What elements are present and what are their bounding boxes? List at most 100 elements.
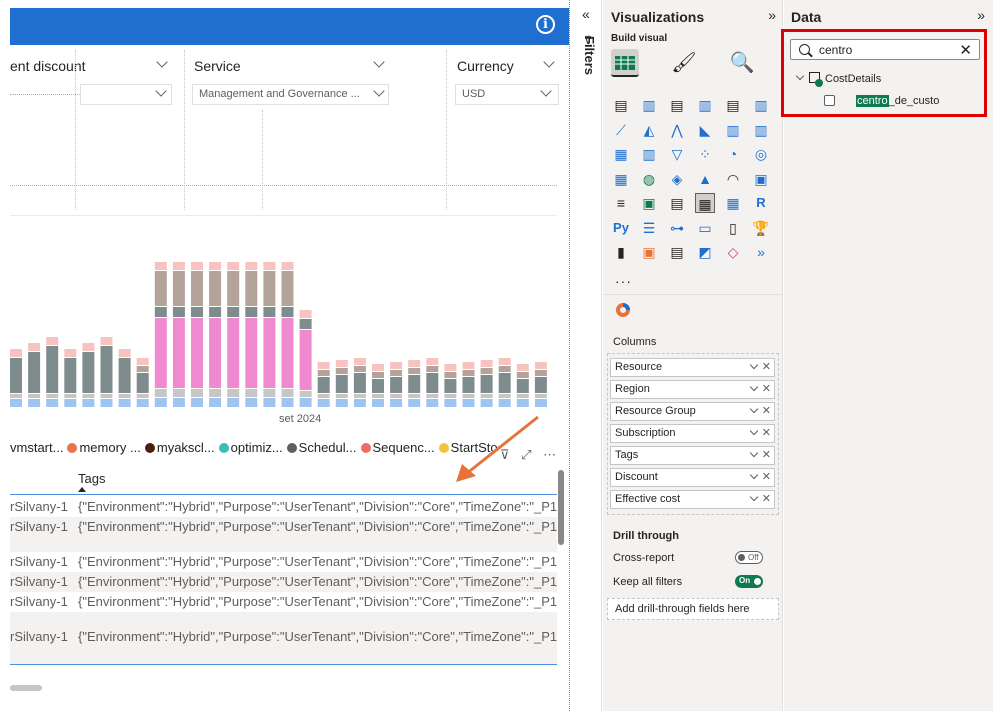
bar-segment[interactable] xyxy=(516,399,529,407)
bar-segment[interactable] xyxy=(444,399,457,407)
bar-segment[interactable] xyxy=(408,394,421,398)
cross-report-toggle[interactable]: Off xyxy=(735,551,763,564)
custom-visual-icon[interactable] xyxy=(613,300,633,320)
visual-type-icon[interactable]: ▤ xyxy=(667,95,687,115)
bar-segment[interactable] xyxy=(172,389,185,397)
bar-segment[interactable] xyxy=(172,271,185,306)
bar-segment[interactable] xyxy=(136,399,149,407)
chevron-down-icon[interactable] xyxy=(749,404,759,414)
visual-type-icon[interactable]: » xyxy=(751,242,771,262)
bar-segment[interactable] xyxy=(172,262,185,270)
visual-type-icon[interactable]: 🏆 xyxy=(751,218,771,238)
bar-segment[interactable] xyxy=(335,360,348,367)
bar-segment[interactable] xyxy=(227,398,240,407)
table-row[interactable]: rSilvany-1 {"Environment":"Hybrid","Purpo… xyxy=(10,517,557,537)
visual-type-icon[interactable]: ▤ xyxy=(667,193,687,213)
bar-segment[interactable] xyxy=(353,366,366,372)
bar-segment[interactable] xyxy=(263,398,276,407)
bar-segment[interactable] xyxy=(335,394,348,398)
visual-type-icon[interactable]: ▤ xyxy=(667,242,687,262)
field-well-item[interactable]: Resource Group ✕ xyxy=(610,402,775,421)
bar-segment[interactable] xyxy=(46,394,59,398)
analytics-mode-icon[interactable]: 🔍 xyxy=(728,49,756,77)
bar-segment[interactable] xyxy=(372,372,384,378)
visual-type-icon[interactable]: ⋀ xyxy=(667,120,687,140)
bar-segment[interactable] xyxy=(426,373,439,393)
bar-segment[interactable] xyxy=(28,352,41,393)
vertical-scrollbar[interactable] xyxy=(558,470,564,545)
bar-segment[interactable] xyxy=(281,398,294,407)
bar-segment[interactable] xyxy=(516,372,529,378)
visual-type-icon[interactable]: Py xyxy=(611,218,631,238)
bar-segment[interactable] xyxy=(534,370,547,376)
bar-segment[interactable] xyxy=(299,319,312,329)
bar-segment[interactable] xyxy=(516,394,529,398)
bar-segment[interactable] xyxy=(390,399,403,407)
service-dropdown[interactable]: Management and Governance ... xyxy=(192,84,389,105)
visual-type-icon[interactable]: ▲ xyxy=(695,169,715,189)
remove-field-icon[interactable]: ✕ xyxy=(762,469,771,486)
bar-segment[interactable] xyxy=(46,399,59,407)
bar-segment[interactable] xyxy=(263,262,276,270)
bar-segment[interactable] xyxy=(408,375,421,393)
visual-type-icon[interactable]: ▦ xyxy=(611,169,631,189)
chevron-down-icon[interactable] xyxy=(749,448,759,458)
legend-item[interactable]: memory ... xyxy=(67,440,141,455)
bar-segment[interactable] xyxy=(372,394,384,398)
field-well-item[interactable]: Region ✕ xyxy=(610,380,775,399)
bar-segment[interactable] xyxy=(263,307,276,317)
bar-segment[interactable] xyxy=(353,399,366,407)
stacked-bar-chart[interactable] xyxy=(10,255,550,410)
bar-segment[interactable] xyxy=(245,398,258,407)
table-row[interactable]: rSilvany-1 {"Environment":"Hybrid","Purpo… xyxy=(10,572,557,592)
expand-filters-icon[interactable]: « xyxy=(582,6,590,22)
legend-item[interactable]: optimiz... xyxy=(218,440,283,455)
bar-segment[interactable] xyxy=(444,394,457,398)
bar-segment[interactable] xyxy=(390,377,403,393)
bar-segment[interactable] xyxy=(353,373,366,393)
bar-segment[interactable] xyxy=(100,394,113,398)
bar-segment[interactable] xyxy=(46,337,59,345)
bar-segment[interactable] xyxy=(191,318,203,388)
bar-segment[interactable] xyxy=(28,343,41,351)
bar-segment[interactable] xyxy=(299,330,312,390)
bar-segment[interactable] xyxy=(426,366,439,372)
bar-segment[interactable] xyxy=(10,399,22,407)
bar-segment[interactable] xyxy=(82,352,95,393)
bar-segment[interactable] xyxy=(372,399,384,407)
remove-field-icon[interactable]: ✕ xyxy=(762,425,771,442)
bar-segment[interactable] xyxy=(46,346,59,393)
more-visuals-icon[interactable]: ··· xyxy=(615,273,632,289)
bar-segment[interactable] xyxy=(118,394,131,398)
chevron-down-icon[interactable] xyxy=(373,56,385,68)
bar-segment[interactable] xyxy=(426,358,439,365)
visual-type-icon[interactable]: ▦ xyxy=(723,193,743,213)
bar-segment[interactable] xyxy=(498,373,511,393)
bar-segment[interactable] xyxy=(263,389,276,397)
bar-segment[interactable] xyxy=(245,271,258,306)
bar-segment[interactable] xyxy=(426,394,439,398)
bar-segment[interactable] xyxy=(82,394,95,398)
bar-segment[interactable] xyxy=(408,399,421,407)
visual-type-icon[interactable]: ◇ xyxy=(723,242,743,262)
bar-segment[interactable] xyxy=(227,318,240,388)
visual-type-icon[interactable]: ◭ xyxy=(639,120,659,140)
bar-segment[interactable] xyxy=(118,358,131,393)
remove-field-icon[interactable]: ✕ xyxy=(762,491,771,508)
field-well-item[interactable]: Discount ✕ xyxy=(610,468,775,487)
visual-type-icon[interactable]: ▣ xyxy=(751,169,771,189)
legend-item[interactable]: myakscl... xyxy=(144,440,215,455)
bar-segment[interactable] xyxy=(444,364,457,371)
visual-type-icon[interactable]: ◈ xyxy=(667,169,687,189)
bar-segment[interactable] xyxy=(462,399,475,407)
visual-type-icon[interactable]: ◠ xyxy=(723,169,743,189)
filters-pane-collapsed[interactable]: « ⊽ xyxy=(576,0,602,711)
bar-segment[interactable] xyxy=(498,366,511,372)
bar-segment[interactable] xyxy=(426,399,439,407)
bar-segment[interactable] xyxy=(353,394,366,398)
collapse-data-icon[interactable]: » xyxy=(977,7,985,23)
more-options-icon[interactable]: ⋯ xyxy=(543,447,556,462)
visual-type-icon[interactable]: ⊶ xyxy=(667,218,687,238)
bar-segment[interactable] xyxy=(154,389,167,397)
bar-segment[interactable] xyxy=(64,394,77,398)
